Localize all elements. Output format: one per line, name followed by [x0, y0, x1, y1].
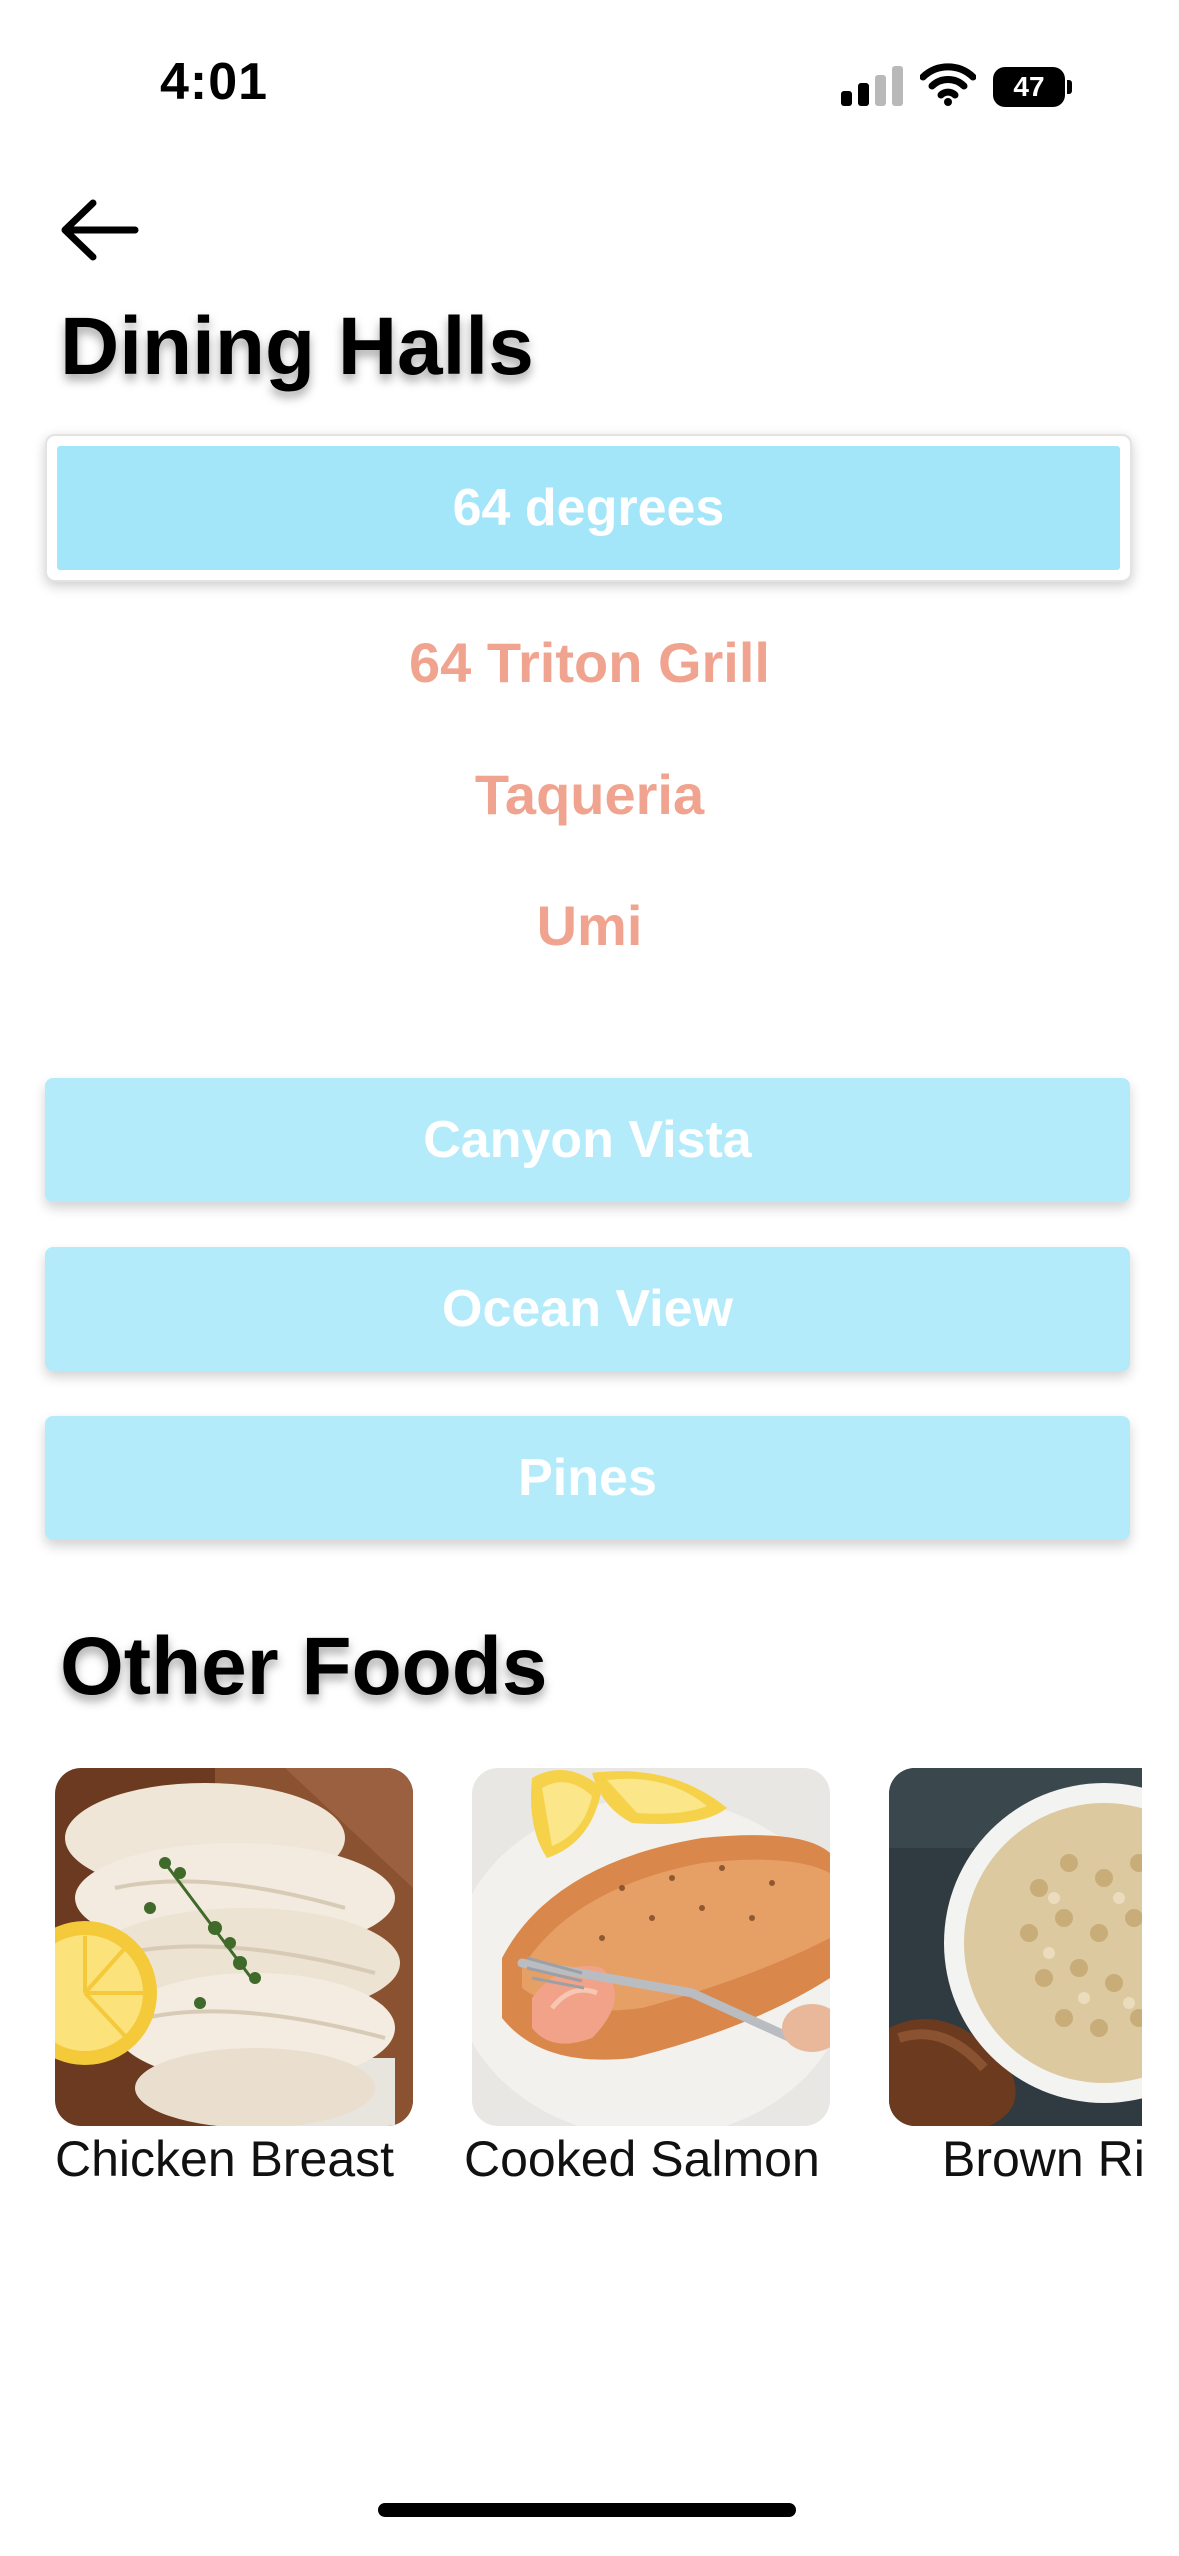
food-card-chicken-breast[interactable]: Chicken Breast — [55, 1768, 435, 2208]
hall-button-pines[interactable]: Pines — [45, 1416, 1130, 1540]
food-carousel[interactable]: Chicken Breast Cooked Salmon Brown Ri — [0, 1768, 1142, 2208]
location-taqueria[interactable]: Taqueria — [0, 762, 1179, 827]
chicken-breast-image — [55, 1768, 413, 2126]
food-label: Chicken Breast — [55, 2131, 395, 2187]
other-foods-title: Other Foods — [60, 1621, 548, 1712]
cooked-salmon-image — [472, 1768, 830, 2126]
hall-button-canyon-vista[interactable]: Canyon Vista — [45, 1078, 1130, 1202]
food-card-cooked-salmon[interactable]: Cooked Salmon — [464, 1768, 852, 2208]
food-card-brown-rice[interactable]: Brown Rice — [889, 1768, 1142, 2208]
back-button[interactable] — [55, 195, 145, 265]
brown-rice-image — [889, 1768, 1142, 2126]
arrow-left-icon — [61, 199, 139, 261]
hall-card-64-degrees: 64 degrees — [45, 434, 1132, 582]
location-64-triton-grill[interactable]: 64 Triton Grill — [0, 630, 1179, 695]
location-umi[interactable]: Umi — [0, 893, 1179, 958]
dining-halls-title: Dining Halls — [60, 301, 534, 392]
food-label: Cooked Salmon — [464, 2131, 820, 2187]
battery-icon: 47 — [993, 67, 1072, 107]
hall-button-64-degrees[interactable]: 64 degrees — [57, 446, 1120, 570]
hall-button-ocean-view[interactable]: Ocean View — [45, 1247, 1130, 1371]
status-time: 4:01 — [160, 53, 269, 111]
food-label: Brown Rice — [942, 2131, 1142, 2187]
app-screen: 4:01 47 Dining Halls 64 degrees 64 Trito… — [0, 0, 1179, 2556]
wifi-icon — [919, 62, 977, 106]
home-indicator[interactable] — [378, 2503, 796, 2517]
battery-level: 47 — [993, 67, 1065, 107]
cellular-signal-icon — [841, 66, 903, 106]
